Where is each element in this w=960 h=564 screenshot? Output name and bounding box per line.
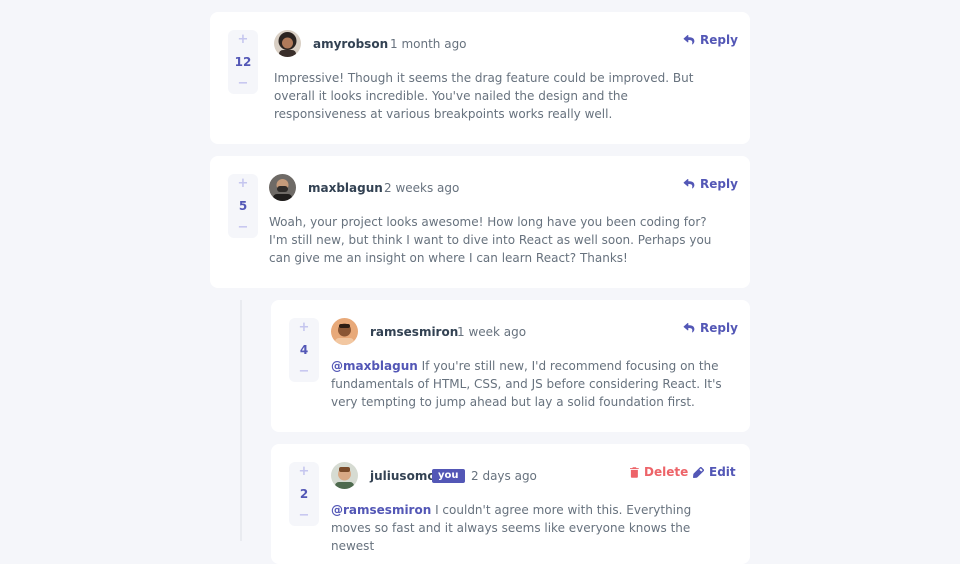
upvote-button[interactable]: + <box>299 321 310 334</box>
reply-thread-line <box>240 300 242 541</box>
upvote-button[interactable]: + <box>238 33 249 46</box>
delete-button[interactable]: Delete <box>630 465 688 479</box>
comment-time: 2 weeks ago <box>384 181 460 195</box>
vote-control: + 2 − <box>289 462 319 526</box>
downvote-button[interactable]: − <box>238 77 249 90</box>
avatar <box>331 318 358 345</box>
reply-icon <box>683 179 695 189</box>
reply-card: + 4 − ramsesmiron 1 week ago Reply @maxb… <box>271 300 750 432</box>
comment-username[interactable]: amyrobson <box>313 37 388 51</box>
downvote-button[interactable]: − <box>238 221 249 234</box>
vote-control: + 5 − <box>228 174 258 238</box>
you-badge: you <box>432 469 465 483</box>
reply-button[interactable]: Reply <box>683 33 738 47</box>
vote-control: + 12 − <box>228 30 258 94</box>
edit-button[interactable]: Edit <box>693 465 736 479</box>
vote-score: 12 <box>234 55 252 69</box>
reply-button[interactable]: Reply <box>683 321 738 335</box>
reply-username[interactable]: ramsesmiron <box>370 325 458 339</box>
upvote-button[interactable]: + <box>238 177 249 190</box>
reply-text: @maxblagun If you're still new, I'd reco… <box>331 357 731 411</box>
reply-card: + 2 − juliusomo you 2 days ago Delete Ed… <box>271 444 750 564</box>
comment-text: Impressive! Though it seems the drag fea… <box>274 71 694 121</box>
edit-label: Edit <box>709 465 736 479</box>
comment-card: + 12 − amyrobson 1 month ago Reply Impre… <box>210 12 750 144</box>
delete-label: Delete <box>644 465 689 479</box>
downvote-button[interactable]: − <box>299 509 310 522</box>
comment-username[interactable]: maxblagun <box>308 181 383 195</box>
reply-icon <box>683 323 695 333</box>
vote-score: 5 <box>238 199 248 213</box>
avatar <box>269 174 296 201</box>
comment-time: 1 month ago <box>390 37 467 51</box>
vote-score: 4 <box>299 343 309 357</box>
reply-time: 2 days ago <box>471 469 537 483</box>
avatar <box>274 30 301 57</box>
comment-card: + 5 − maxblagun 2 weeks ago Reply Woah, … <box>210 156 750 288</box>
upvote-button[interactable]: + <box>299 465 310 478</box>
reply-time: 1 week ago <box>457 325 527 339</box>
reply-icon <box>683 35 695 45</box>
pencil-icon <box>693 466 704 478</box>
downvote-button[interactable]: − <box>299 365 310 378</box>
avatar <box>331 462 358 489</box>
mention-link[interactable]: @ramsesmiron <box>331 503 431 517</box>
trash-icon <box>630 466 639 478</box>
vote-control: + 4 − <box>289 318 319 382</box>
comment-text: Woah, your project looks awesome! How lo… <box>269 215 712 265</box>
reply-label: Reply <box>700 33 738 47</box>
reply-button[interactable]: Reply <box>683 177 738 191</box>
reply-label: Reply <box>700 321 738 335</box>
reply-text: @ramsesmiron I couldn't agree more with … <box>331 501 731 555</box>
vote-score: 2 <box>299 487 309 501</box>
reply-username[interactable]: juliusomo <box>370 469 436 483</box>
mention-link[interactable]: @maxblagun <box>331 359 418 373</box>
reply-label: Reply <box>700 177 738 191</box>
